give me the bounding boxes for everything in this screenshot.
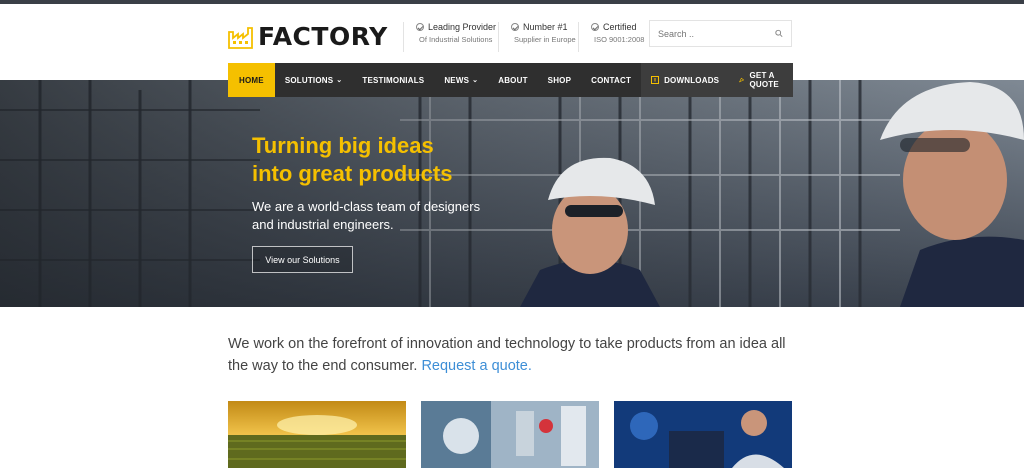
header-info-number: Number #1 Supplier in Europe	[498, 22, 576, 52]
check-circle-icon	[416, 23, 424, 31]
technician-image	[614, 401, 792, 468]
nav-item-solutions[interactable]: SOLUTIONS ⌄	[275, 63, 353, 97]
hero-banner: Turning big ideas into great products We…	[0, 80, 1024, 307]
nav-label: SHOP	[547, 75, 572, 85]
header-info-certified: Certified ISO 9001:2008	[578, 22, 644, 52]
nav-label: SOLUTIONS	[284, 75, 334, 85]
nav-item-testimonials[interactable]: TESTIMONIALS	[352, 63, 434, 97]
quote-icon	[739, 77, 745, 83]
logo[interactable]: FACTORY	[228, 22, 388, 51]
nav-label: TESTIMONIALS	[362, 75, 425, 85]
intro-text: We work on the forefront of innovation a…	[228, 333, 798, 377]
download-icon	[651, 76, 660, 84]
laboratory-image	[421, 401, 599, 468]
brand-name: FACTORY	[258, 22, 388, 51]
card-image-lab[interactable]	[421, 401, 599, 468]
hero-subtitle: We are a world-class team of designers a…	[252, 198, 492, 234]
info-title: Number #1	[523, 22, 568, 32]
view-solutions-button[interactable]: View our Solutions	[252, 246, 353, 273]
nav-item-about[interactable]: ABOUT	[488, 63, 537, 97]
nav-item-contact[interactable]: CONTACT	[581, 63, 641, 97]
nav-item-shop[interactable]: SHOP	[538, 63, 581, 97]
info-subtitle: Of Industrial Solutions	[419, 35, 493, 44]
info-subtitle: ISO 9001:2008	[594, 35, 645, 44]
downloads-label: DOWNLOADS	[664, 75, 720, 85]
search-input[interactable]	[658, 28, 775, 39]
request-quote-link[interactable]: Request a quote.	[421, 358, 531, 374]
nav-label: NEWS	[444, 75, 470, 85]
chevron-down-icon: ⌄	[336, 77, 343, 84]
check-circle-icon	[591, 23, 599, 31]
card-image-field[interactable]	[228, 401, 406, 468]
factory-logo-icon	[228, 26, 253, 49]
nav-label: ABOUT	[498, 75, 528, 85]
quote-label: GET A QUOTE	[749, 71, 779, 89]
nav-label: HOME	[239, 75, 264, 85]
nav-label: CONTACT	[591, 75, 632, 85]
hero-subtitle-line: and industrial engineers.	[252, 217, 394, 232]
hero-title: Turning big ideas into great products	[252, 132, 572, 188]
wheat-field-image	[228, 401, 406, 468]
nav-item-home[interactable]: HOME	[228, 63, 275, 97]
get-a-quote-button[interactable]: GET A QUOTE	[729, 63, 792, 97]
hero-title-line: Turning big ideas	[252, 133, 434, 158]
card-image-tech[interactable]	[614, 401, 792, 468]
hero-background-image	[0, 80, 1024, 307]
nav-actions: DOWNLOADS GET A QUOTE	[641, 63, 793, 97]
hero-subtitle-line: We are a world-class team of designers	[252, 199, 481, 214]
chevron-down-icon: ⌄	[472, 77, 479, 84]
info-title: Leading Provider	[428, 22, 497, 32]
main-navigation: HOME SOLUTIONS ⌄ TESTIMONIALS NEWS ⌄ ABOUT…	[228, 63, 793, 97]
nav-item-news[interactable]: NEWS ⌄	[434, 63, 488, 97]
info-subtitle: Supplier in Europe	[514, 35, 576, 44]
search-box	[649, 20, 792, 47]
hero-title-line: into great products	[252, 161, 453, 186]
header-info-provider: Leading Provider Of Industrial Solutions	[403, 22, 496, 52]
check-circle-icon	[511, 23, 519, 31]
downloads-button[interactable]: DOWNLOADS	[641, 63, 729, 97]
search-icon[interactable]	[775, 29, 783, 38]
info-title: Certified	[603, 22, 637, 32]
